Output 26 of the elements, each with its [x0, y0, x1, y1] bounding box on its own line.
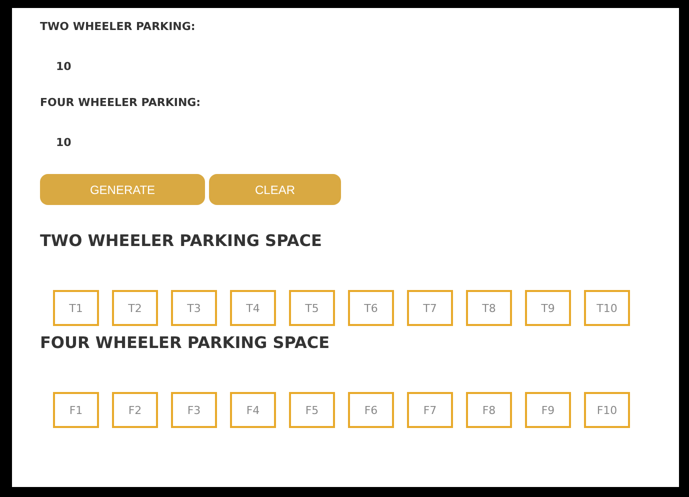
parking-slot: F9: [525, 392, 571, 428]
parking-slot: T3: [171, 290, 217, 326]
parking-slot: F1: [53, 392, 99, 428]
parking-slot: T4: [230, 290, 276, 326]
parking-slot: T8: [466, 290, 512, 326]
parking-slot: F7: [407, 392, 453, 428]
parking-slot: F5: [289, 392, 335, 428]
parking-slot: T7: [407, 290, 453, 326]
parking-slot: T5: [289, 290, 335, 326]
section-heading: FOUR WHEELER PARKING SPACE: [40, 333, 331, 354]
parking-slot: T6: [348, 290, 394, 326]
parking-slot: F3: [171, 392, 217, 428]
parking-slot: F10: [584, 392, 630, 428]
parking-slot: T10: [584, 290, 630, 326]
parking-slot: T2: [112, 290, 158, 326]
section-heading: TWO WHEELER PARKING SPACE: [40, 231, 323, 252]
parking-slot: T1: [53, 290, 99, 326]
parking-slot: F6: [348, 392, 394, 428]
field-label: TWO WHEELER PARKING:: [40, 20, 196, 35]
parking-slot: F2: [112, 392, 158, 428]
parking-slot: F8: [466, 392, 512, 428]
input-field[interactable]: 10: [40, 134, 256, 150]
parking-slot: T9: [525, 290, 571, 326]
input-field[interactable]: 10: [40, 58, 256, 74]
parking-slot: F4: [230, 392, 276, 428]
field-label: FOUR WHEELER PARKING:: [40, 96, 202, 111]
